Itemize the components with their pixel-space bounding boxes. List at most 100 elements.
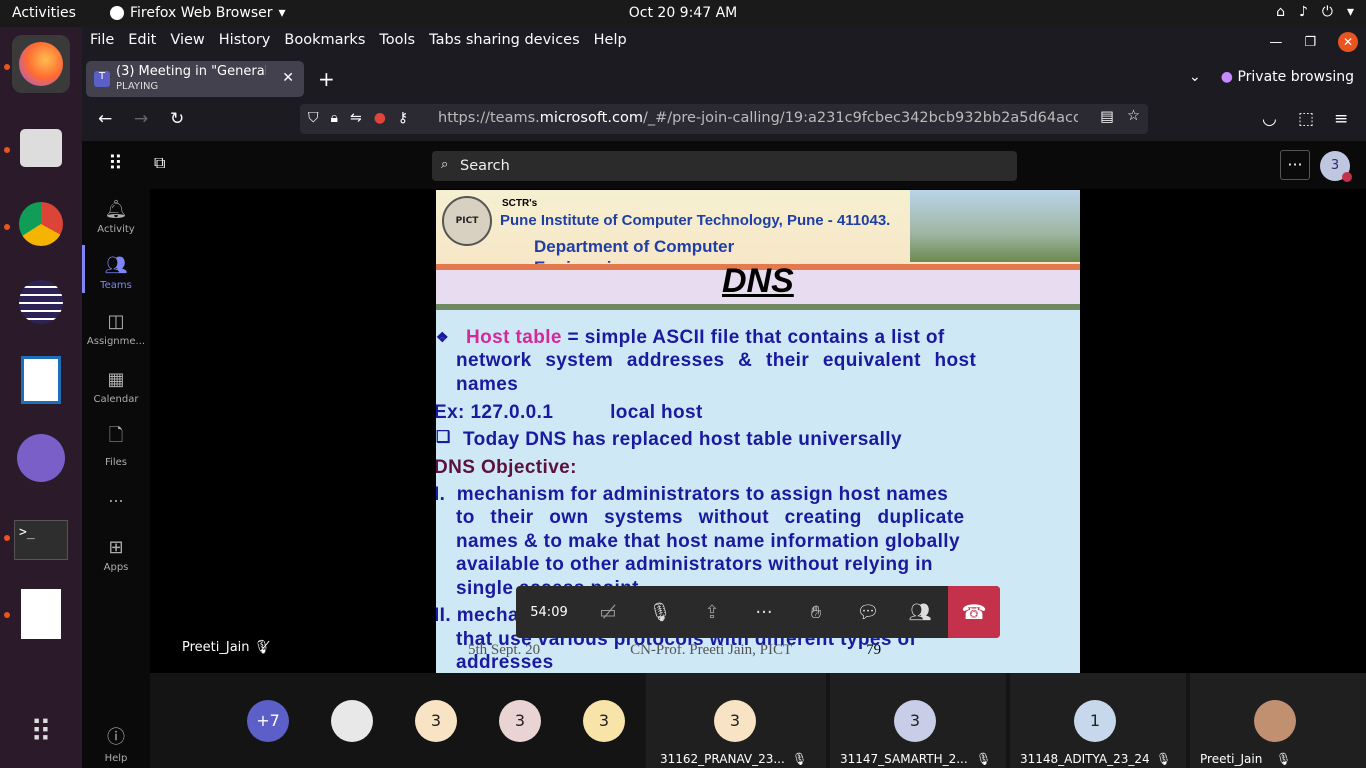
eclipse-icon[interactable]	[12, 273, 70, 331]
extensions-icon[interactable]: ⬚	[1298, 109, 1314, 129]
raise-hand-icon[interactable]: ✋︎	[790, 602, 842, 623]
close-tab-icon[interactable]: ✕	[282, 70, 294, 86]
participant-tile[interactable]: 1 31148_ADITYA_23_24 🎙︎	[1010, 673, 1186, 768]
app-launcher-icon[interactable]: ⠿	[108, 151, 123, 175]
avatar[interactable]: 3	[499, 700, 541, 742]
firefox-icon[interactable]	[12, 35, 70, 93]
rail-item-calendar[interactable]: ▦ Calendar	[82, 369, 150, 405]
more-participants-button[interactable]: +7	[247, 700, 289, 742]
hang-up-button[interactable]: ☎︎	[948, 586, 1000, 638]
menu-tabs-sharing[interactable]: Tabs sharing devices	[421, 27, 580, 55]
shield-icon[interactable]: ⛉	[308, 110, 319, 126]
url-text[interactable]: https://teams.microsoft.com/_#/pre-join-…	[438, 110, 1078, 126]
rail-item-help[interactable]: ⓘ Help	[82, 723, 150, 764]
rail-item-teams[interactable]: 👥︎ Teams	[82, 255, 150, 291]
search-input[interactable]: ⌕ Search	[432, 151, 1017, 181]
chat-icon[interactable]: 💬︎	[842, 602, 894, 623]
maximize-icon[interactable]: ❐	[1304, 35, 1316, 50]
mic-off-icon: 🎙︎̸	[253, 640, 271, 655]
close-icon[interactable]: ✕	[1338, 32, 1358, 52]
new-tab-button[interactable]: +	[318, 67, 335, 91]
menu-file[interactable]: File	[82, 27, 114, 55]
files-icon[interactable]	[12, 119, 70, 177]
running-indicator	[4, 535, 10, 541]
app-menu[interactable]: Firefox Web Browser ▾	[110, 5, 286, 21]
network-app-icon[interactable]	[12, 429, 70, 487]
bookmark-star-icon[interactable]: ☆	[1127, 108, 1140, 124]
slide-line: Today DNS has replaced host table univer…	[463, 429, 902, 450]
system-tray[interactable]: ⌂ ♪ ⏻ ▾	[1276, 4, 1354, 20]
more-actions-icon[interactable]: ···	[738, 602, 790, 623]
menu-view[interactable]: View	[162, 27, 204, 55]
slide-line: to their own systems without creating du…	[456, 507, 965, 528]
institute-logo: PICT	[442, 196, 492, 246]
activities-button[interactable]: Activities	[12, 5, 76, 21]
rail-item-files[interactable]: 🗋︎ Files	[82, 423, 150, 468]
slide-sctr: SCTR's	[502, 198, 538, 209]
avatar	[1254, 700, 1296, 742]
slide-header: PICT SCTR's Pune Institute of Computer T…	[436, 190, 1080, 277]
slide-title: DNS	[722, 262, 794, 300]
avatar[interactable]: 3	[583, 700, 625, 742]
dock: >_ ⠿	[0, 27, 82, 768]
share-screen-icon[interactable]: ⇪	[686, 602, 738, 623]
list-tabs-icon[interactable]: ⌄	[1189, 69, 1201, 85]
microphone-icon[interactable]: ●	[374, 110, 386, 126]
slide-footer: 5th Sept. 20 CN-Prof. Preeti Jain, PICT 79	[468, 642, 882, 658]
running-indicator	[4, 147, 10, 153]
terminal-icon[interactable]: >_	[12, 511, 70, 569]
more-options-icon[interactable]: ···	[1280, 150, 1310, 180]
mic-off-icon: 🎙︎	[792, 752, 808, 766]
menu-tools[interactable]: Tools	[371, 27, 415, 55]
reader-view-icon[interactable]: ▤	[1100, 109, 1114, 125]
divider	[436, 304, 1080, 310]
writer-icon[interactable]	[12, 351, 70, 409]
chrome-icon[interactable]	[12, 195, 70, 253]
document-viewer-icon[interactable]	[12, 585, 70, 643]
pocket-icon[interactable]: ◡	[1262, 109, 1277, 129]
teams-logo-icon: ⧉	[154, 153, 166, 172]
key-icon[interactable]: ⚷	[398, 110, 408, 126]
status-badge	[1342, 172, 1352, 182]
participant-tile[interactable]: 3 31147_SAMARTH_2... 🎙︎	[830, 673, 1006, 768]
minimize-icon[interactable]: —	[1269, 35, 1282, 50]
slide-line: names	[456, 374, 519, 395]
mask-icon: ●	[1220, 69, 1233, 85]
system-top-bar: Activities Firefox Web Browser ▾ Oct 20 …	[0, 0, 1366, 27]
avatar[interactable]	[331, 700, 373, 742]
firefox-icon	[110, 6, 124, 20]
browser-tab[interactable]: T (3) Meeting in "General" ( PLAYING ✕	[86, 61, 304, 97]
url-bar[interactable]: ⛉ 🔒︎ ⇋ ● ⚷ https://teams.microsoft.com/_…	[300, 104, 1148, 134]
slide-line: names & to make that host name informati…	[456, 531, 960, 552]
lock-icon[interactable]: 🔒︎	[331, 110, 338, 126]
chevron-down-icon: ▾	[278, 5, 286, 21]
search-icon: ⌕	[441, 157, 449, 172]
rail-item-assignments[interactable]: ◫ Assignme...	[82, 311, 150, 347]
rail-item-activity[interactable]: 🔔︎ Activity	[82, 199, 150, 235]
reload-button[interactable]: ↻	[170, 109, 184, 129]
rail-item-apps[interactable]: ⊞ Apps	[82, 537, 150, 573]
menu-bar: File Edit View History Bookmarks Tools T…	[82, 27, 633, 55]
back-button[interactable]: ←	[98, 109, 112, 129]
avatar: 3	[714, 700, 756, 742]
participant-tile[interactable]: Preeti_Jain 🎙︎	[1190, 673, 1366, 768]
menu-help[interactable]: Help	[586, 27, 627, 55]
participant-tile[interactable]: 3 31162_PRANAV_23... 🎙︎	[646, 673, 826, 768]
participants-icon[interactable]: 👥︎	[894, 602, 946, 623]
slide-line: I. mechanism for administrators to assig…	[436, 484, 949, 505]
slide-line: available to other administrators withou…	[456, 554, 933, 575]
rail-more-icon[interactable]: ...	[82, 487, 150, 506]
permissions-icon[interactable]: ⇋	[350, 110, 362, 126]
avatar[interactable]: 3	[415, 700, 457, 742]
forward-button[interactable]: →	[134, 109, 148, 129]
slide-institute: Pune Institute of Computer Technology, P…	[500, 212, 891, 229]
show-apps-icon[interactable]: ⠿	[12, 703, 70, 761]
hamburger-menu-icon[interactable]: ≡	[1334, 109, 1348, 129]
camera-off-icon[interactable]: ▭̸	[582, 602, 634, 623]
menu-history[interactable]: History	[211, 27, 271, 55]
mic-off-icon[interactable]: 🎙︎	[634, 602, 686, 623]
help-icon: ⓘ	[107, 727, 125, 748]
menu-bookmarks[interactable]: Bookmarks	[276, 27, 365, 55]
menu-edit[interactable]: Edit	[120, 27, 156, 55]
running-indicator	[4, 64, 10, 70]
